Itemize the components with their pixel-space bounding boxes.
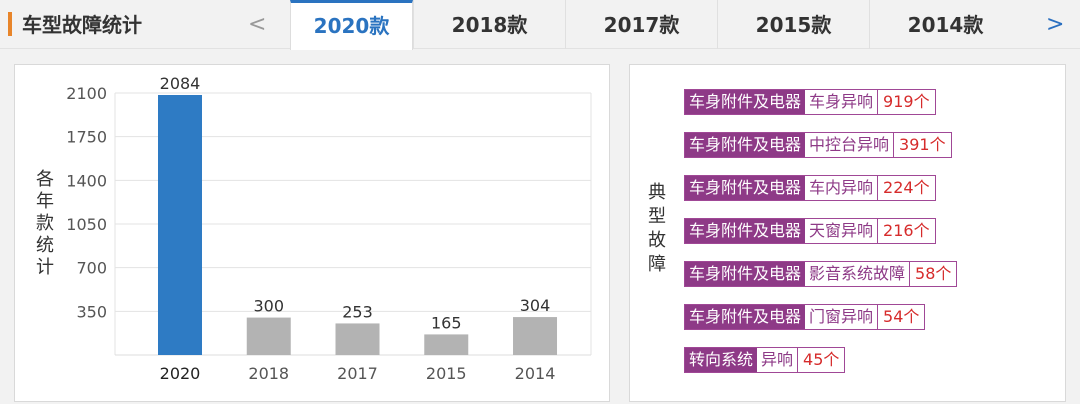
bar — [335, 323, 380, 355]
x-tick-label: 2015 — [426, 364, 467, 383]
fault-category: 车身附件及电器 — [685, 219, 806, 243]
tab-2015[interactable]: 2015款 — [717, 0, 869, 49]
fault-count: 224个 — [883, 178, 930, 197]
fault-tag[interactable]: 车身附件及电器 天窗异响 216个 — [684, 218, 936, 244]
bar — [513, 317, 558, 355]
fault-count: 216个 — [883, 221, 930, 240]
fault-item: 天窗异响 — [805, 219, 879, 243]
y-tick-label: 1050 — [66, 215, 107, 234]
y-tick-label: 350 — [76, 302, 107, 321]
y-tick-label: 2100 — [66, 84, 107, 103]
bar-chart: 350 700 1050 1400 1750 2100 2084 2020 300 2018 253… — [66, 74, 592, 383]
fault-panel-label: 典型故障 — [648, 182, 666, 275]
bar-value-label: 253 — [342, 302, 373, 321]
fault-item: 异响 — [757, 348, 799, 372]
title-accent-bar — [8, 12, 12, 36]
bar — [246, 317, 291, 355]
fault-category: 车身附件及电器 — [685, 305, 806, 329]
tab-2017[interactable]: 2017款 — [565, 0, 717, 49]
x-tick-label: 2020 — [160, 364, 201, 383]
bar-value-label: 165 — [431, 313, 462, 332]
bar — [158, 94, 202, 356]
x-tick-label: 2017 — [337, 364, 378, 383]
fault-count: 45个 — [803, 350, 840, 369]
fault-tag[interactable]: 车身附件及电器 车身异响 919个 — [684, 89, 936, 115]
chart-panel: 各年款统计 350 700 1050 1400 1750 2100 2084 2020 300 2… — [14, 64, 610, 402]
y-tick-label: 700 — [76, 259, 107, 278]
y-tick-label: 1400 — [66, 171, 107, 190]
fault-category: 车身附件及电器 — [685, 133, 806, 157]
fault-item: 车身异响 — [805, 90, 879, 114]
bar-value-label: 2084 — [160, 74, 201, 93]
bar-value-label: 300 — [253, 297, 284, 316]
fault-item: 中控台异响 — [805, 133, 895, 157]
fault-item: 车内异响 — [805, 176, 879, 200]
fault-list: 车身附件及电器 车身异响 919个 车身附件及电器 中控台异响 391个 车身附… — [684, 89, 958, 390]
fault-item: 影音系统故障 — [805, 262, 911, 286]
fault-tag[interactable]: 车身附件及电器 车内异响 224个 — [684, 175, 936, 201]
fault-item: 门窗异响 — [805, 305, 879, 329]
fault-tag[interactable]: 车身附件及电器 中控台异响 391个 — [684, 132, 952, 158]
tab-2020[interactable]: 2020款 — [290, 0, 413, 50]
tab-2018[interactable]: 2018款 — [413, 0, 565, 49]
next-arrow-icon[interactable]: > — [1046, 12, 1064, 37]
fault-category: 车身附件及电器 — [685, 176, 806, 200]
fault-category: 车身附件及电器 — [685, 262, 806, 286]
year-tabs: 2020款 2018款 2017款 2015款 2014款 — [290, 0, 1021, 50]
fault-tag[interactable]: 车身附件及电器 影音系统故障 58个 — [684, 261, 958, 287]
bar-value-label: 304 — [520, 296, 551, 315]
fault-panel: 典型故障 车身附件及电器 车身异响 919个 车身附件及电器 中控台异响 391… — [629, 64, 1066, 402]
fault-count: 54个 — [883, 307, 920, 326]
fault-count: 58个 — [915, 264, 952, 283]
header: 车型故障统计 < 2020款 2018款 2017款 2015款 2014款 > — [0, 0, 1080, 50]
fault-tag[interactable]: 车身附件及电器 门窗异响 54个 — [684, 304, 926, 330]
bar — [424, 334, 469, 355]
fault-category: 车身附件及电器 — [685, 90, 806, 114]
page-title: 车型故障统计 — [22, 13, 142, 37]
tab-2014[interactable]: 2014款 — [869, 0, 1021, 49]
x-tick-label: 2018 — [248, 364, 289, 383]
fault-category: 转向系统 — [685, 348, 758, 372]
fault-count: 391个 — [899, 135, 946, 154]
fault-tag[interactable]: 转向系统 异响 45个 — [684, 347, 846, 373]
fault-count: 919个 — [883, 92, 930, 111]
x-tick-label: 2014 — [515, 364, 556, 383]
prev-arrow-icon[interactable]: < — [248, 12, 266, 37]
y-tick-label: 1750 — [66, 128, 107, 147]
